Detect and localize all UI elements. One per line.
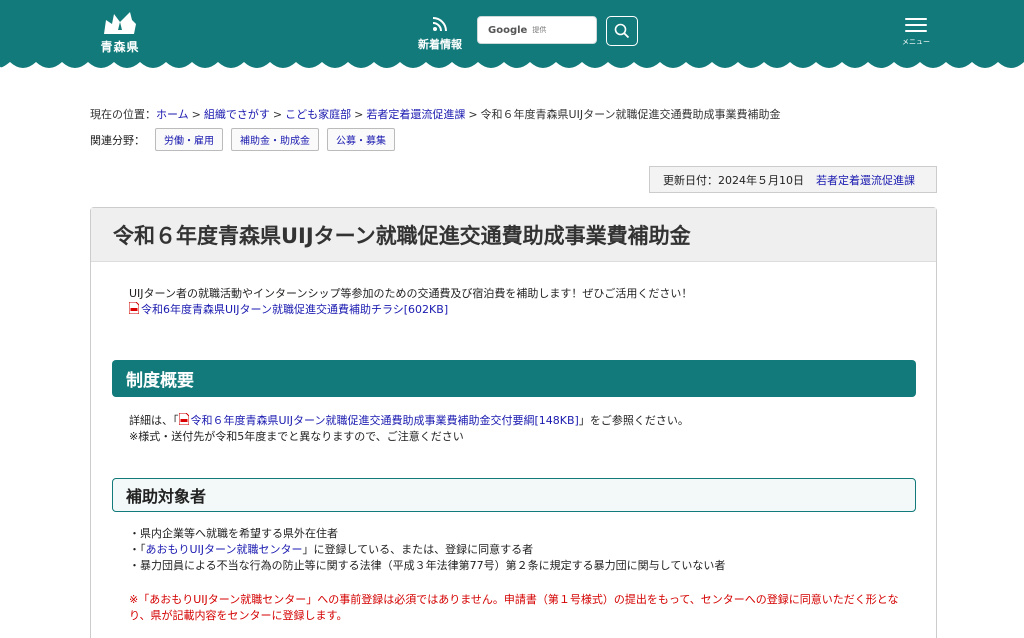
update-department-link[interactable]: 若者定着還流促進課	[816, 172, 915, 188]
eligible-list: ・県内企業等へ就職を希望する県外在住者 ・「あおもりUIJターン就職センター」に…	[129, 526, 725, 574]
hamburger-icon	[905, 18, 927, 20]
search-button[interactable]	[606, 16, 638, 46]
section-overview-heading: 制度概要	[112, 360, 916, 397]
intro-text: UIJターン者の就職活動やインターンシップ等参加のための交通費及び宿泊費を補助し…	[129, 287, 693, 300]
update-date: 更新日付：2024年５月10日	[663, 173, 804, 187]
breadcrumb-home[interactable]: ホーム	[156, 108, 189, 121]
breadcrumb-children-family[interactable]: こども家庭部	[285, 108, 351, 121]
overview-content: 詳細は、「 令和６年度青森県UIJターン就職促進交通費助成事業費補助金交付要綱[…	[129, 413, 689, 445]
tag-public-recruitment[interactable]: 公募・募集	[327, 128, 395, 151]
site-logo[interactable]: 青森県	[97, 10, 143, 56]
google-label: Google	[488, 24, 528, 36]
detail-suffix: 」をご参照ください。	[578, 414, 689, 427]
update-info: 更新日付：2024年５月10日 若者定着還流促進課	[649, 166, 937, 193]
tag-subsidy[interactable]: 補助金・助成金	[231, 128, 319, 151]
pdf-icon	[129, 302, 139, 314]
related-label: 関連分野：	[90, 133, 145, 147]
registration-warning: ※「あおもりUIJターン就職センター」への事前登録は必須ではありません。申請書（…	[129, 593, 899, 622]
news-link[interactable]: 新着情報	[415, 16, 465, 52]
related-fields: 関連分野： 労働・雇用 補助金・助成金 公募・募集	[90, 128, 403, 151]
menu-button[interactable]: メニュー	[898, 18, 934, 47]
eligible-item: ・「あおもりUIJターン就職センター」に登録している、または、登録に同意する者	[129, 543, 534, 556]
breadcrumb: 現在の位置：ホーム > 組織でさがす > こども家庭部 > 若者定着還流促進課 > 令和６年度青…	[90, 108, 781, 121]
eligible-item: ・暴力団員による不当な行為の防止等に関する法律（平成３年法律第77号）第２条に規…	[129, 559, 726, 572]
page-title-bar: 令和６年度青森県UIJターン就職促進交通費助成事業費補助金	[91, 208, 936, 262]
rss-icon	[432, 17, 447, 32]
news-label: 新着情報	[418, 38, 462, 51]
breadcrumb-department[interactable]: 若者定着還流促進課	[366, 108, 465, 121]
search-icon	[614, 23, 630, 39]
site-header: 青森県 新着情報 Google 提供 メニュー	[0, 0, 1024, 78]
eligible-item: ・県内企業等へ就職を希望する県外在住者	[129, 527, 338, 540]
main-content-panel: 令和６年度青森県UIJターン就職促進交通費助成事業費補助金 UIJターン者の就職…	[90, 207, 937, 638]
uij-center-link[interactable]: あおもりUIJターン就職センター	[146, 543, 303, 556]
breadcrumb-prefix: 現在の位置：	[90, 108, 156, 121]
guidelines-pdf-link[interactable]: 令和６年度青森県UIJターン就職促進交通費助成事業費補助金交付要綱[148KB]	[191, 414, 579, 427]
tag-labor-employment[interactable]: 労働・雇用	[155, 128, 223, 151]
overview-note: ※様式・送付先が令和5年度までと異なりますので、ご注意ください	[129, 430, 464, 443]
logo-text: 青森県	[100, 40, 140, 54]
detail-prefix: 詳細は、「	[129, 414, 179, 427]
search-input[interactable]: Google 提供	[477, 16, 597, 44]
section-eligible-heading: 補助対象者	[112, 478, 916, 512]
pdf-icon	[178, 413, 189, 425]
provided-label: 提供	[532, 26, 547, 34]
flyer-pdf-link[interactable]: 令和6年度青森県UIJターン就職促進交通費補助チラシ[602KB]	[141, 303, 448, 316]
breadcrumb-organization[interactable]: 組織でさがす	[204, 108, 270, 121]
menu-label: メニュー	[902, 38, 930, 46]
page-title: 令和６年度青森県UIJターン就職促進交通費助成事業費補助金	[113, 223, 691, 248]
aomori-prefecture-logo-icon	[104, 12, 136, 34]
intro-block: UIJターン者の就職活動やインターンシップ等参加のための交通費及び宿泊費を補助し…	[129, 286, 692, 318]
breadcrumb-current: 令和６年度青森県UIJターン就職促進交通費助成事業費補助金	[480, 108, 781, 121]
